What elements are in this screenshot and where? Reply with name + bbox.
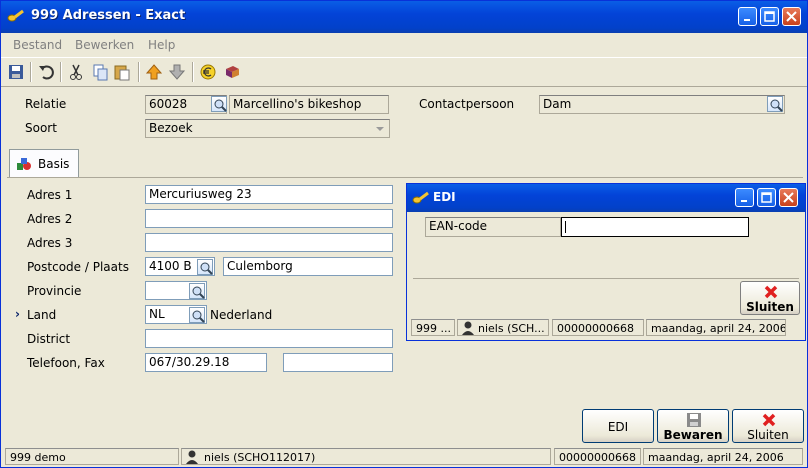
close-button[interactable] — [782, 7, 801, 26]
relatie-lookup-icon[interactable] — [211, 96, 227, 112]
sluiten-button-label: Sluiten — [747, 428, 789, 442]
toolbar — [1, 57, 807, 87]
edi-sluiten-button[interactable]: Sluiten — [740, 281, 800, 315]
edi-maximize-button[interactable] — [757, 188, 776, 207]
edi-button-label: EDI — [607, 420, 629, 434]
menu-bar: Bestand Bewerken Help — [1, 33, 807, 55]
app-key-icon — [412, 191, 430, 205]
district-field[interactable] — [145, 329, 393, 348]
save-icon — [686, 412, 702, 428]
edi-sluiten-label: Sluiten — [746, 300, 794, 314]
edi-button[interactable]: EDI — [582, 409, 654, 443]
arrow-up-icon[interactable] — [145, 63, 163, 81]
adres2-label: Adres 2 — [27, 212, 73, 226]
adres1-label: Adres 1 — [27, 188, 73, 202]
provincie-lookup-icon[interactable] — [189, 283, 205, 299]
edi-status-user-text: niels (SCH... — [478, 322, 545, 335]
adres2-field[interactable] — [145, 209, 393, 228]
postcode-plaats-label: Postcode / Plaats — [27, 260, 129, 274]
menu-bewerken[interactable]: Bewerken — [75, 38, 134, 52]
paste-icon[interactable] — [113, 63, 131, 81]
relatie-name-field: Marcellino's bikeshop — [229, 95, 389, 114]
bewaren-button-label: Bewaren — [663, 428, 723, 442]
status-user: niels (SCHO112017) — [181, 448, 551, 465]
app-key-icon — [7, 9, 25, 23]
edi-minimize-button[interactable] — [735, 188, 754, 207]
edi-status-user: niels (SCH... — [457, 319, 549, 336]
arrow-down-icon[interactable] — [168, 63, 186, 81]
ean-code-input[interactable] — [561, 217, 749, 237]
district-label: District — [27, 332, 71, 346]
text-cursor — [565, 220, 566, 233]
plaats-field[interactable]: Culemborg — [223, 257, 393, 276]
ean-code-label: EAN-code — [425, 217, 561, 237]
provincie-label: Provincie — [27, 284, 82, 298]
current-field-marker: › — [15, 307, 20, 321]
contactpersoon-lookup-icon[interactable] — [767, 96, 783, 112]
land-label: Land — [27, 308, 57, 322]
telefoon-field[interactable]: 067/30.29.18 — [145, 353, 267, 372]
relatie-label: Relatie — [25, 97, 67, 111]
user-icon — [461, 320, 476, 335]
tab-basis-label: Basis — [38, 157, 70, 171]
soort-select[interactable]: Bezoek — [145, 119, 390, 138]
soort-label: Soort — [25, 121, 57, 135]
status-number: 00000000668 — [554, 448, 641, 465]
status-user-text: niels (SCHO112017) — [204, 451, 316, 464]
minimize-button[interactable] — [738, 7, 757, 26]
maximize-button[interactable] — [760, 7, 779, 26]
tab-basis[interactable]: Basis — [9, 149, 79, 177]
menu-bestand[interactable]: Bestand — [13, 38, 62, 52]
land-lookup-icon[interactable] — [189, 307, 205, 323]
cut-icon[interactable] — [67, 63, 85, 81]
edi-status-date: maandag, april 24, 2006 — [646, 319, 786, 336]
edi-dialog-title-bar[interactable]: EDI — [407, 184, 805, 212]
close-red-icon — [763, 284, 779, 300]
status-bar: 999 demo niels (SCHO112017) 00000000668 … — [1, 446, 807, 467]
contactpersoon-label: Contactpersoon — [419, 97, 515, 111]
adres3-label: Adres 3 — [27, 236, 73, 250]
adres3-field[interactable] — [145, 233, 393, 252]
save-icon[interactable] — [7, 63, 25, 81]
edi-dialog: EDI EAN-code Sluiten 999 ... niels (SCH.… — [406, 183, 806, 341]
close-red-icon — [761, 412, 777, 428]
menu-help[interactable]: Help — [148, 38, 175, 52]
euro-icon[interactable] — [199, 63, 217, 81]
shapes-icon — [16, 157, 32, 171]
status-date: maandag, april 24, 2006 — [643, 448, 803, 465]
user-icon — [185, 449, 200, 464]
edi-status-number: 00000000668 — [552, 319, 644, 336]
edi-close-button[interactable] — [779, 188, 798, 207]
title-bar[interactable]: 999 Adressen - Exact — [1, 1, 807, 33]
sluiten-button[interactable]: Sluiten — [732, 409, 804, 443]
land-name: Nederland — [210, 308, 273, 322]
edi-dialog-title: EDI — [433, 190, 456, 204]
contactpersoon-field[interactable]: Dam — [539, 95, 785, 114]
postcode-lookup-icon[interactable] — [197, 259, 213, 275]
chevron-down-icon[interactable] — [372, 120, 388, 137]
status-company: 999 demo — [5, 448, 179, 465]
bewaren-button[interactable]: Bewaren — [657, 409, 729, 443]
undo-icon[interactable] — [37, 63, 55, 81]
adres1-field[interactable]: Mercuriusweg 23 — [145, 185, 393, 204]
window-title: 999 Adressen - Exact — [31, 8, 186, 23]
main-window: 999 Adressen - Exact Bestand Bewerken He… — [0, 0, 808, 468]
book-icon[interactable] — [223, 63, 241, 81]
telefoon-fax-label: Telefoon, Fax — [27, 356, 105, 370]
copy-icon[interactable] — [91, 63, 109, 81]
fax-field[interactable] — [283, 353, 393, 372]
edi-status-company: 999 ... — [411, 319, 455, 336]
